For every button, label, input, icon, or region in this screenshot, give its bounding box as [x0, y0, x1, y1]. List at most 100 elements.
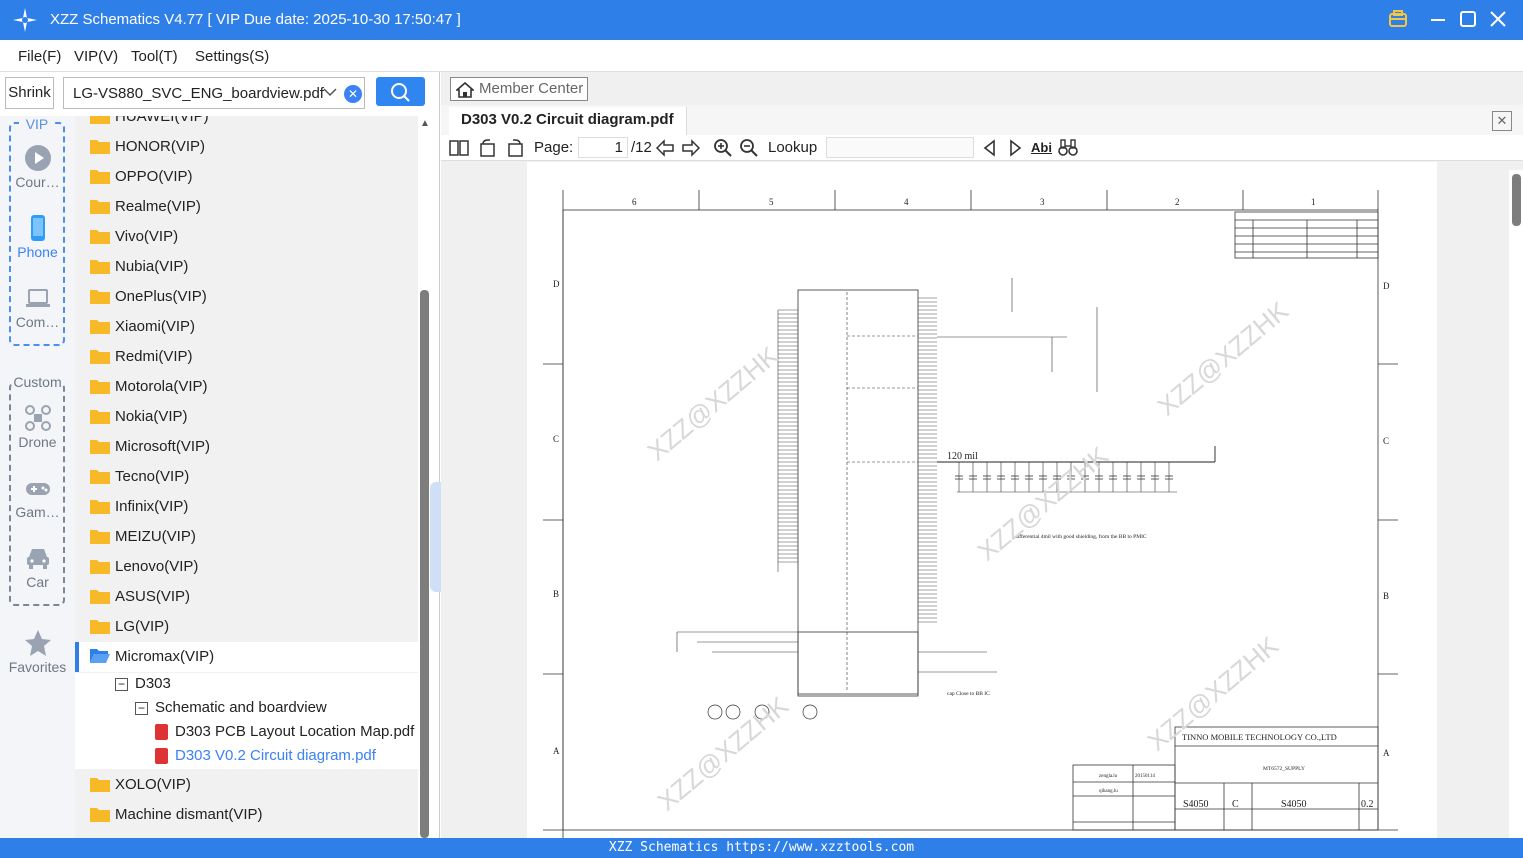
clear-icon[interactable]: ✕ [344, 85, 362, 103]
match-case-icon[interactable]: Abi [1031, 140, 1052, 155]
tree-scrollbar[interactable]: ▲ [420, 116, 436, 838]
tree-folder[interactable]: HONOR(VIP) [75, 132, 418, 162]
drone-icon [24, 405, 51, 431]
tree-folder[interactable]: Vivo(VIP) [75, 222, 418, 252]
document-area: 6 5 4 3 2 1 D D C C B B A A 120 mil differential 4mil w… [441, 161, 1523, 838]
find-next-icon[interactable] [1005, 138, 1025, 158]
tree-folder-partial[interactable] [75, 830, 418, 838]
phone-icon [30, 215, 45, 241]
tree-folder[interactable]: Redmi(VIP) [75, 342, 418, 372]
document-tab[interactable]: D303 V0.2 Circuit diagram.pdf [449, 107, 687, 135]
rotate-right-icon[interactable] [505, 138, 525, 158]
drawing-number: S4050 [1281, 799, 1307, 810]
close-document-icon[interactable]: ✕ [1492, 111, 1512, 131]
category-car[interactable]: Car [0, 544, 75, 590]
find-previous-icon[interactable] [980, 138, 1000, 158]
ic-lower-block [797, 631, 919, 695]
laptop-icon [25, 289, 50, 307]
tree-group-schematic[interactable]: − Schematic and boardview [75, 697, 418, 721]
tree-folder[interactable]: Realme(VIP) [75, 192, 418, 222]
tree-folder[interactable]: MEIZU(VIP) [75, 522, 418, 552]
lookup-input[interactable] [826, 137, 974, 158]
tree-folder[interactable]: XOLO(VIP) [75, 770, 418, 800]
folder-icon [90, 620, 110, 634]
chevron-down-icon[interactable] [322, 84, 338, 100]
tree-scroll-thumb[interactable] [420, 290, 429, 838]
menu-file[interactable]: File(F) [18, 48, 61, 65]
tree-folder-label: XOLO(VIP) [115, 776, 191, 793]
rotate-left-icon[interactable] [478, 138, 498, 158]
tree-folder[interactable]: Machine dismant(VIP) [75, 800, 418, 830]
close-button[interactable] [1486, 8, 1510, 32]
menu-vip[interactable]: VIP(V) [74, 48, 118, 65]
row-label: C [1383, 436, 1389, 446]
tree-folder[interactable]: Nokia(VIP) [75, 402, 418, 432]
tree-model-d303[interactable]: − D303 [75, 673, 418, 697]
page-total: /12 [631, 139, 652, 156]
document-scroll-thumb[interactable] [1512, 174, 1521, 226]
category-favorites[interactable]: Favorites [0, 629, 75, 675]
tree-item-label: D303 [135, 675, 171, 692]
tree-folder[interactable]: Microsoft(VIP) [75, 432, 418, 462]
tree-folder[interactable]: Motorola(VIP) [75, 372, 418, 402]
previous-page-icon[interactable] [655, 138, 675, 158]
binoculars-icon[interactable] [1058, 138, 1078, 158]
tree-folder[interactable]: HUAWEI(VIP) [75, 116, 418, 132]
status-bar: XZZ Schematics https://www.xzztools.com [0, 838, 1523, 858]
search-button[interactable] [376, 77, 425, 106]
tree-folder[interactable]: Lenovo(VIP) [75, 552, 418, 582]
file-search-input[interactable]: LG-VS880_SVC_ENG_boardview.pdf ✕ [63, 77, 365, 109]
tree-folder-label: ASUS(VIP) [115, 588, 191, 605]
tree-folder[interactable]: Tecno(VIP) [75, 462, 418, 492]
page-number-input[interactable]: 1 [578, 137, 628, 158]
shrink-button[interactable]: Shrink [5, 77, 54, 109]
menu-tool[interactable]: Tool(T) [131, 48, 178, 65]
folder-icon [90, 170, 110, 184]
collapse-box-icon[interactable]: − [115, 678, 128, 691]
row-label: D [1383, 281, 1390, 291]
member-center-label: Member Center [479, 80, 584, 97]
column-label: 5 [769, 197, 774, 207]
maximize-button[interactable] [1456, 8, 1480, 32]
tree-folder-label: Vivo(VIP) [115, 228, 179, 245]
two-page-icon[interactable] [449, 138, 469, 158]
category-game[interactable]: Gam… [0, 474, 75, 520]
tree-folder-label: Motorola(VIP) [115, 378, 208, 395]
tree-folder-label: Redmi(VIP) [115, 348, 193, 365]
net-label: 120 mil [947, 451, 978, 462]
member-center-button[interactable]: Member Center [450, 77, 588, 101]
category-phone[interactable]: Phone [0, 214, 75, 260]
tree-folder[interactable]: Xiaomi(VIP) [75, 312, 418, 342]
category-drone[interactable]: Drone [0, 404, 75, 450]
next-page-icon[interactable] [681, 138, 701, 158]
document-scrollbar[interactable] [1509, 170, 1523, 838]
tree-file-layout-map[interactable]: D303 PCB Layout Location Map.pdf [75, 721, 418, 745]
zoom-out-icon[interactable] [739, 138, 759, 158]
tree-folder[interactable]: Micromax(VIP) [75, 642, 418, 672]
scroll-up-icon[interactable]: ▲ [420, 118, 430, 129]
ground-symbol [725, 704, 741, 720]
folder-icon [90, 290, 110, 304]
tree-folder[interactable]: OnePlus(VIP) [75, 282, 418, 312]
tree-file-circuit-diagram[interactable]: D303 V0.2 Circuit diagram.pdf [75, 745, 418, 769]
search-icon [391, 83, 410, 102]
category-courses[interactable]: Cour… [0, 144, 75, 190]
tree-folder[interactable]: OPPO(VIP) [75, 162, 418, 192]
tree-folder-label: Nokia(VIP) [115, 408, 188, 425]
menu-bar: File(F) VIP(V) Tool(T) Settings(S) [0, 40, 1523, 72]
minimize-button[interactable] [1426, 8, 1450, 32]
tree-folder-label: OnePlus(VIP) [115, 288, 207, 305]
tree-folder[interactable]: Infinix(VIP) [75, 492, 418, 522]
category-computer[interactable]: Com… [0, 284, 75, 330]
tree-folder[interactable]: LG(VIP) [75, 612, 418, 642]
folder-icon [90, 230, 110, 244]
folder-open-icon [90, 649, 110, 663]
zoom-in-icon[interactable] [713, 138, 733, 158]
vip-bag-icon[interactable] [1386, 8, 1410, 32]
tree-folder[interactable]: ASUS(VIP) [75, 582, 418, 612]
menu-settings[interactable]: Settings(S) [195, 48, 269, 65]
schematic-page[interactable]: 6 5 4 3 2 1 D D C C B B A A 120 mil differential 4mil w… [527, 162, 1437, 838]
collapse-box-icon[interactable]: − [135, 702, 148, 715]
column-label: 1 [1311, 197, 1316, 207]
tree-folder[interactable]: Nubia(VIP) [75, 252, 418, 282]
